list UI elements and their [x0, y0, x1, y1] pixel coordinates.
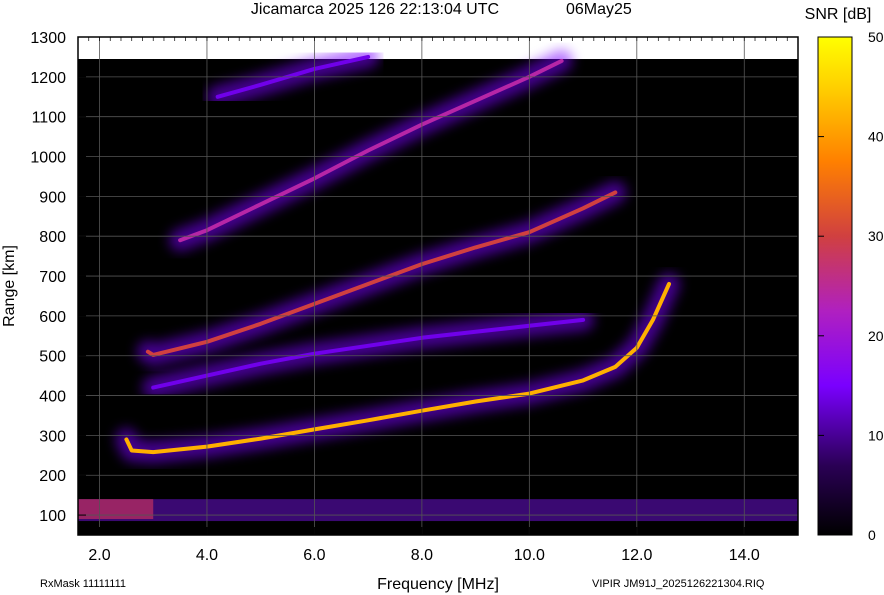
colorbar-tick-label: 40	[868, 129, 884, 145]
y-tick-label: 800	[39, 229, 66, 246]
colorbar-title: SNR [dB]	[805, 6, 872, 23]
y-tick-label: 1300	[30, 30, 66, 47]
colorbar-tick-label: 0	[868, 527, 876, 543]
y-tick-label: 1100	[32, 110, 67, 127]
y-tick-label: 100	[39, 508, 66, 525]
ionogram-figure: Jicamarca 2025 126 22:13:04 UTC 06May25 …	[1, 1, 884, 593]
colorbar-tick-label: 50	[868, 29, 884, 45]
y-tick-label: 700	[39, 269, 66, 286]
x-axis-label: Frequency [MHz]	[377, 576, 499, 593]
y-tick-label: 1000	[30, 150, 66, 167]
x-tick-label: 2.0	[88, 547, 110, 564]
clutter-band	[78, 499, 798, 522]
y-tick-label: 900	[39, 189, 66, 206]
y-tick-label: 500	[39, 349, 66, 366]
x-tick-label: 6.0	[303, 547, 325, 564]
colorbar-tick-label: 10	[868, 427, 884, 443]
x-tick-label: 14.0	[729, 547, 760, 564]
figure-date: 06May25	[566, 1, 632, 18]
x-tick-label: 12.0	[621, 547, 652, 564]
x-tick-label: 10.0	[514, 547, 545, 564]
colorbar	[817, 36, 853, 536]
colorbar-tick-label: 20	[868, 328, 884, 344]
figure-title: Jicamarca 2025 126 22:13:04 UTC	[251, 1, 499, 18]
rxmask-label: RxMask 11111111	[40, 578, 126, 590]
y-tick-label: 400	[39, 389, 66, 406]
x-tick-label: 8.0	[411, 547, 433, 564]
y-tick-label: 200	[39, 468, 66, 485]
file-label: VIPIR JM91J_2025126221304.RIQ	[592, 578, 765, 590]
no-data-band	[78, 37, 798, 59]
colorbar-tick-label: 30	[868, 228, 884, 244]
y-tick-label: 300	[39, 428, 66, 445]
y-tick-label: 600	[39, 309, 66, 326]
clutter-hotspot	[78, 499, 154, 520]
y-axis-label: Range [km]	[1, 245, 18, 327]
y-tick-label: 1200	[30, 70, 66, 87]
x-tick-label: 4.0	[196, 547, 218, 564]
